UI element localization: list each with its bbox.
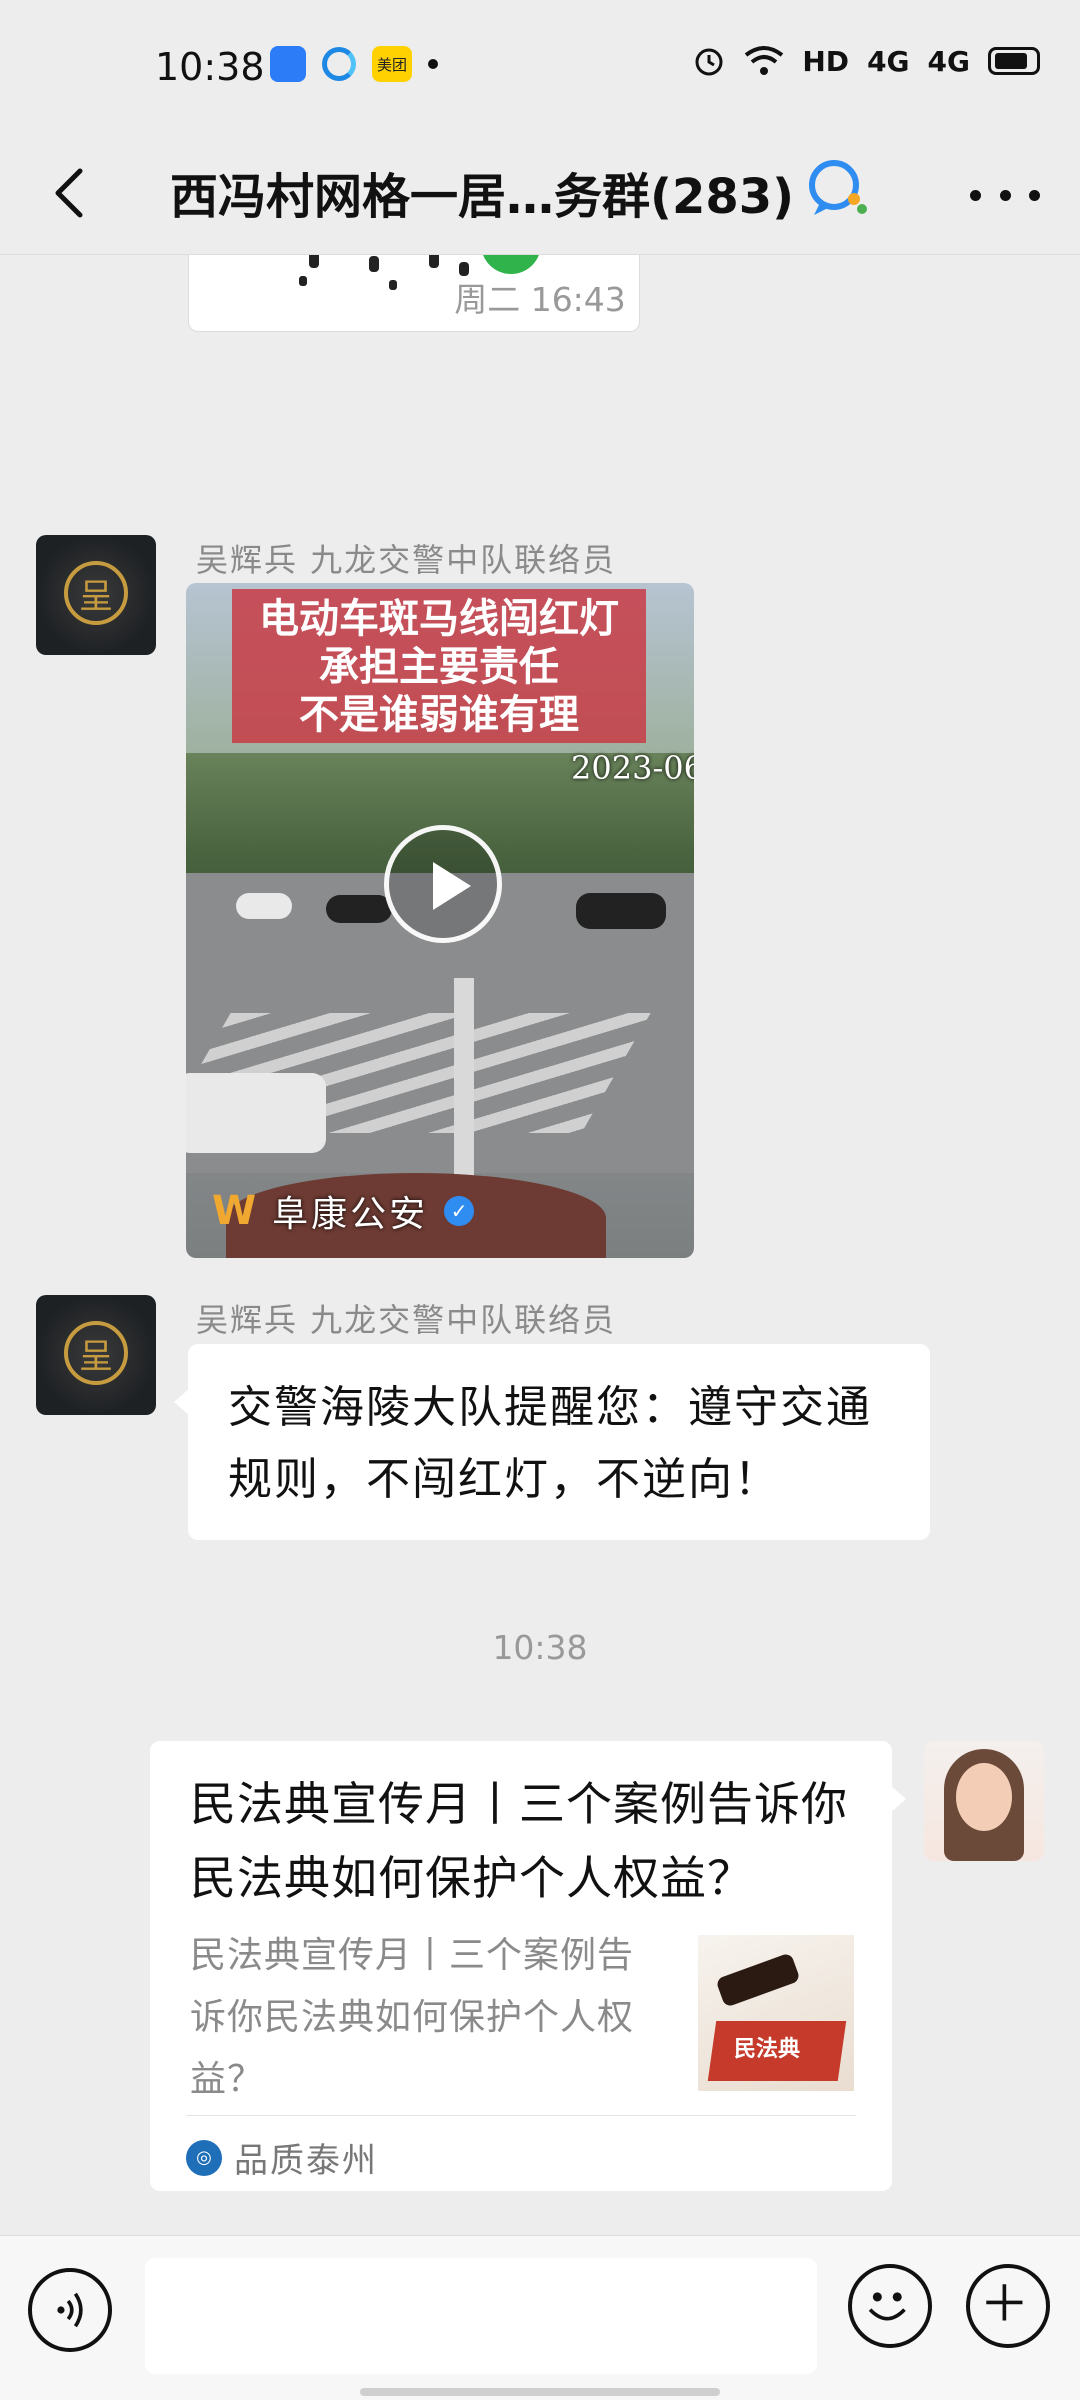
avatar[interactable]: 呈 (36, 535, 156, 655)
wifi-icon (745, 46, 784, 75)
more-icon[interactable] (970, 165, 1040, 225)
gavel-icon (715, 1952, 801, 2008)
home-indicator[interactable] (360, 2388, 720, 2396)
signal-icon-1: 4G (867, 44, 910, 78)
voice-icon[interactable] (28, 2268, 112, 2352)
more-notifications-dot-icon (428, 59, 438, 69)
video-source: W 阜康公安 ✓ (212, 1185, 475, 1237)
article-source: ◎ 品质泰州 (186, 2133, 378, 2182)
article-title: 民法典宣传月丨三个案例告诉你民法典如何保护个人权益？ (190, 1777, 848, 1905)
sender-name: 吴辉兵 九龙交警中队联络员 (196, 1301, 617, 1339)
timestamp: 周二 16:43 (454, 280, 626, 319)
status-bar: 10:38 美团 HD 4G 4G (0, 0, 1080, 329)
article-source-name: 品质泰州 (234, 2141, 378, 2181)
article-description: 民法典宣传月丨三个案例告诉你民法典如何保护个人权益？ (190, 1935, 635, 2100)
hd-indicator: HD (802, 44, 850, 78)
signal-icon-2: 4G (927, 44, 970, 78)
chevron-left-icon[interactable] (42, 163, 102, 223)
message-input[interactable] (145, 2258, 817, 2374)
input-bar (0, 2235, 1080, 2400)
article-card[interactable]: 民法典宣传月丨三个案例告诉你民法典如何保护个人权益？ 民法典宣传月丨三个案例告诉… (150, 1741, 906, 2191)
video-date-overlay: 2023-06 (571, 749, 694, 787)
banner-line: 不是谁弱谁有理 (299, 691, 579, 738)
timestamp: 10:38 (492, 1628, 588, 1667)
meituan-icon: 美团 (372, 46, 412, 82)
video-banner: 电动车斑马线闯红灯 承担主要责任 不是谁弱谁有理 (232, 589, 646, 743)
channels-logo-icon: W (212, 1188, 257, 1234)
emoji-icon[interactable] (848, 2264, 932, 2348)
play-icon[interactable] (384, 825, 502, 943)
chat-header: 西冯村网格一居…务群(283) (0, 135, 1080, 255)
message-list[interactable]: 周二 16:43 呈 吴辉兵 九龙交警中队联络员 电动车斑马线闯红灯 承担主要责… (0, 255, 1080, 2235)
system-status-icons: HD 4G 4G (692, 44, 1040, 78)
app-notification-icon (270, 46, 306, 82)
official-account-icon: ◎ (186, 2139, 222, 2176)
thumbnail-text: 民法典 (734, 2037, 801, 2062)
divider (186, 2115, 856, 2116)
my-avatar[interactable] (924, 1741, 1044, 1861)
browser-notification-icon (322, 47, 356, 81)
alarm-icon (695, 48, 723, 76)
message-text: 交警海陵大队提醒您：遵守交通规则，不闯红灯，不逆向！ (228, 1382, 872, 1505)
verified-icon: ✓ (444, 1196, 475, 1226)
sender-name: 吴辉兵 九龙交警中队联络员 (196, 541, 617, 579)
battery-icon (988, 47, 1040, 75)
group-chat-badge-icon (809, 160, 867, 215)
status-time: 10:38 (155, 45, 265, 89)
plus-icon[interactable] (966, 2264, 1050, 2348)
video-message[interactable]: 电动车斑马线闯红灯 承担主要责任 不是谁弱谁有理 2023-06 W 阜康公安 … (186, 583, 694, 1258)
banner-line: 电动车斑马线闯红灯 (259, 595, 619, 642)
avatar[interactable]: 呈 (36, 1295, 156, 1415)
notification-icons: 美团 (270, 46, 438, 329)
article-thumbnail: 民法典 (698, 1935, 854, 2091)
text-message[interactable]: 交警海陵大队提醒您：遵守交通规则，不闯红灯，不逆向！ (174, 1344, 930, 1540)
group-title[interactable]: 西冯村网格一居…务群(283) (170, 157, 794, 227)
banner-line: 承担主要责任 (319, 643, 559, 690)
video-source-name: 阜康公安 (272, 1194, 429, 1235)
